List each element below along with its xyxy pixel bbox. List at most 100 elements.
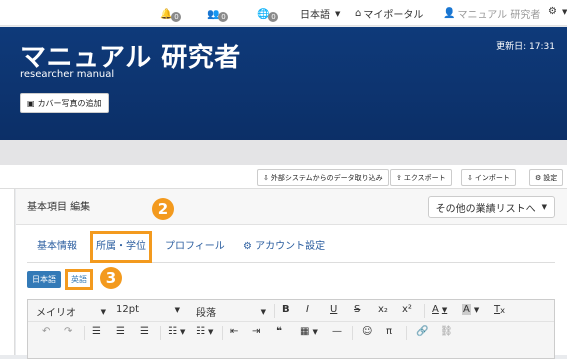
- add-cover-photo-label: カバー写真の追加: [37, 98, 102, 108]
- action-toolbar: ⇩ 外部システムからのデータ取り込み ⇪ エクスポート ⇩ インポート ⚙ 設定: [0, 165, 567, 189]
- emoticon-icon[interactable]: ☺: [362, 326, 372, 337]
- numbered-list-icon[interactable]: ☷ ▼: [196, 326, 213, 337]
- toolbar-separator: [84, 326, 85, 340]
- import-label: インポート: [474, 173, 510, 182]
- blockquote-icon[interactable]: ❝: [276, 326, 282, 337]
- table-icon[interactable]: ▦ ▼: [300, 326, 318, 337]
- bold-button[interactable]: B: [282, 304, 290, 315]
- import-external-label: 外部システムからのデータ取り込み: [270, 173, 383, 182]
- special-character-icon[interactable]: π: [386, 326, 392, 337]
- connection-badge: 0: [218, 12, 229, 22]
- strikethrough-button[interactable]: S: [354, 304, 360, 315]
- edit-panel: 基本項目 編集 その他の業績リストへ ▼ 2 基本情報 所属・学位 プロフィール…: [16, 189, 567, 359]
- lang-english-button[interactable]: 英語: [65, 269, 93, 290]
- export-label: エクスポート: [403, 173, 446, 182]
- home-icon: ⌂: [355, 8, 362, 19]
- edit-tabs: 基本情報 所属・学位 プロフィール ⚙ アカウント設定: [27, 231, 555, 263]
- font-family-value: メイリオ: [36, 308, 76, 319]
- tab-profile[interactable]: プロフィール: [165, 231, 225, 263]
- panel-header: 基本項目 編集 その他の業績リストへ ▼: [16, 189, 567, 225]
- background-color-label: A: [462, 304, 471, 315]
- user-menu[interactable]: 👤 マニュアル 研究者: [443, 6, 540, 21]
- italic-button[interactable]: I: [306, 304, 309, 315]
- gear-icon: ⚙: [243, 241, 256, 252]
- researcher-name-en: researcher manual: [20, 69, 115, 80]
- toolbar-separator: [406, 326, 407, 340]
- caret-down-icon: ▼: [179, 327, 186, 336]
- other-list-button[interactable]: その他の業績リストへ ▼: [427, 196, 555, 218]
- settings-button[interactable]: ⚙ 設定: [529, 169, 564, 186]
- caret-down-icon: ▼: [335, 9, 341, 18]
- add-cover-photo-button[interactable]: ▣ カバー写真の追加: [20, 93, 109, 113]
- updated-date: 更新日: 17:31: [496, 42, 555, 52]
- font-size-select[interactable]: 12pt ▼: [116, 304, 180, 315]
- language-dropdown[interactable]: 日本語 ▼: [300, 6, 341, 22]
- my-portal-link[interactable]: ⌂ マイポータル: [355, 6, 423, 21]
- tab-affiliation-degree[interactable]: 所属・学位: [90, 231, 152, 263]
- import-icon: ⇩: [467, 173, 473, 182]
- profile-header: マニュアル 研究者 researcher manual 更新日: 17:31 ▣…: [0, 27, 567, 140]
- font-color-button[interactable]: A ▼: [432, 304, 447, 315]
- other-list-label: その他の業績リストへ: [435, 203, 536, 215]
- font-size-value: 12pt: [116, 304, 139, 315]
- connection-requests[interactable]: 👥 0: [207, 6, 229, 22]
- toolbar-separator: [424, 304, 425, 318]
- caret-down-icon: ▼: [441, 305, 448, 314]
- bullet-list-icon[interactable]: ☷ ▼: [168, 326, 185, 337]
- remove-format-icon: x: [500, 304, 506, 315]
- step-2-marker: 2: [152, 198, 174, 220]
- notification-bell[interactable]: 🔔 0: [160, 6, 182, 22]
- globe-notifications[interactable]: 🌐 0: [257, 6, 279, 22]
- tab-account-settings-label: アカウント設定: [255, 241, 326, 252]
- superscript-button[interactable]: x²: [402, 304, 412, 315]
- font-color-label: A: [432, 304, 439, 315]
- notification-badge: 0: [171, 12, 182, 22]
- tab-basic-info[interactable]: 基本情報: [37, 231, 77, 263]
- align-center-icon[interactable]: ☰: [116, 326, 125, 337]
- toolbar-separator: [352, 326, 353, 340]
- horizontal-rule-icon[interactable]: —: [332, 326, 342, 337]
- toolbar-separator: [274, 304, 275, 318]
- block-format-value: 段落: [196, 308, 216, 319]
- gear-icon: ⚙: [535, 173, 542, 182]
- background-color-button[interactable]: A ▼: [462, 304, 479, 315]
- link-icon[interactable]: 🔗: [416, 326, 428, 337]
- block-format-select[interactable]: 段落 ▼: [196, 304, 266, 320]
- caret-down-icon: ▼: [260, 307, 266, 316]
- font-family-select[interactable]: メイリオ ▼: [36, 304, 106, 320]
- download-icon: ⇩: [263, 173, 269, 182]
- editor-toolbar-row-1: メイリオ ▼ 12pt ▼ 段落 ▼ B I U S x₂ x² A▼ A▼: [28, 300, 554, 322]
- underline-button[interactable]: U: [330, 304, 337, 315]
- editor-toolbar-row-2: ↶ ↷ ☰ ☰ ☰ ☷ ▼ ☷ ▼ ⇤ ⇥ ❝ ▦ ▼ — ☺ π 🔗 ⛓: [28, 322, 554, 344]
- settings-menu[interactable]: ⚙ ▼: [548, 6, 567, 17]
- export-button[interactable]: ⇪ エクスポート: [390, 169, 452, 186]
- align-left-icon[interactable]: ☰: [92, 326, 101, 337]
- caret-down-icon: ▼: [312, 327, 318, 336]
- step-3-marker: 3: [100, 267, 122, 289]
- redo-icon[interactable]: ↷: [64, 326, 72, 337]
- language-label: 日本語: [300, 10, 330, 21]
- undo-icon[interactable]: ↶: [42, 326, 50, 337]
- import-button[interactable]: ⇩ インポート: [461, 169, 516, 186]
- globe-badge: 0: [268, 12, 279, 22]
- caret-down-icon: ▼: [100, 307, 106, 316]
- outdent-icon[interactable]: ⇤: [230, 326, 238, 337]
- indent-icon[interactable]: ⇥: [252, 326, 260, 337]
- caret-down-icon: ▼: [541, 203, 547, 211]
- panel-title: 基本項目 編集: [27, 202, 91, 213]
- export-icon: ⇪: [396, 173, 402, 182]
- top-navbar: 🔔 0 👥 0 🌐 0 日本語 ▼ ⌂ マイポータル 👤 マニュアル 研究者 ⚙…: [0, 0, 567, 26]
- align-right-icon[interactable]: ☰: [140, 326, 149, 337]
- unlink-icon[interactable]: ⛓: [440, 326, 453, 337]
- lang-japanese-button[interactable]: 日本語: [27, 271, 61, 288]
- toolbar-separator: [160, 326, 161, 340]
- import-external-button[interactable]: ⇩ 外部システムからのデータ取り込み: [257, 169, 389, 186]
- toolbar-separator: [222, 326, 223, 340]
- subscript-button[interactable]: x₂: [378, 304, 388, 315]
- caret-down-icon: ▼: [207, 327, 214, 336]
- user-icon: 👤: [443, 8, 456, 19]
- clear-formatting-button[interactable]: Tx: [494, 304, 505, 315]
- caret-down-icon: ▼: [473, 305, 480, 314]
- tab-account-settings[interactable]: ⚙ アカウント設定: [243, 231, 325, 263]
- caret-down-icon: ▼: [174, 305, 180, 314]
